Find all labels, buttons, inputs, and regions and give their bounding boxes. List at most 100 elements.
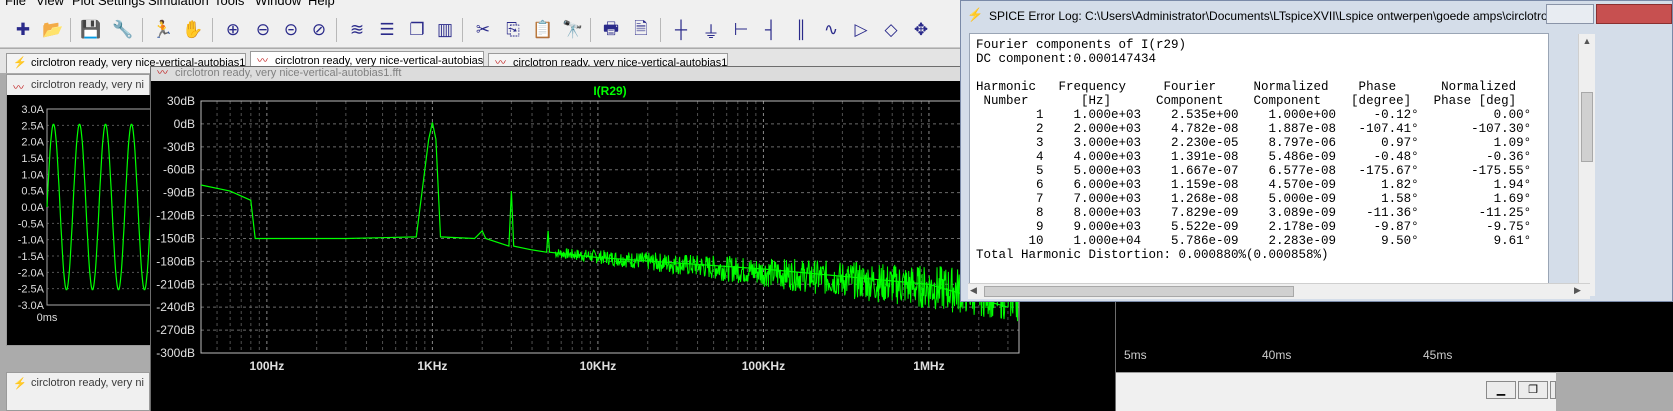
- y-tick-label: -1.0A: [18, 235, 45, 247]
- log-dc-component: DC component:0.000147434: [976, 52, 1157, 66]
- toolbar-separator: [336, 18, 337, 42]
- background-plot: 5ms 40ms 45ms: [1116, 302, 1673, 372]
- scroll-thumb[interactable]: [1581, 92, 1593, 162]
- window-title: ⚡ circlotron ready, very ni: [13, 377, 144, 390]
- ltspice-icon: ⚡: [967, 7, 984, 22]
- x-tick-label: 5ms: [1124, 348, 1147, 362]
- draw-wire-icon[interactable]: ┼: [668, 17, 694, 43]
- table-row: 5 5.000e+03 1.667e-07 6.577e-08 -175.67°…: [976, 164, 1532, 178]
- y-tick-label: 3.0A: [21, 104, 44, 116]
- run-icon[interactable]: 🏃: [150, 17, 176, 43]
- y-tick-label: 2.0A: [21, 137, 44, 149]
- scroll-right-icon[interactable]: ▶: [1574, 285, 1586, 297]
- horizontal-scrollbar[interactable]: ◀ ▶: [968, 283, 1590, 299]
- capacitor-icon[interactable]: ║: [788, 17, 814, 43]
- open-icon[interactable]: 📂: [40, 17, 66, 43]
- toolbar-separator: [212, 18, 213, 42]
- table-row: 7 7.000e+03 1.268e-08 5.000e-09 1.58° 1.…: [976, 192, 1532, 206]
- y-tick-label: -60dB: [163, 163, 195, 177]
- find-icon[interactable]: 🔭: [560, 17, 586, 43]
- y-tick-label: 1.5A: [21, 153, 44, 165]
- y-tick-label: -2.5A: [18, 284, 45, 296]
- y-tick-label: -180dB: [156, 254, 195, 268]
- y-tick-label: 30dB: [167, 94, 195, 108]
- scroll-up-icon[interactable]: ▲: [1581, 36, 1593, 48]
- schematic-window-left: ⚡ circlotron ready, very ni: [6, 372, 150, 411]
- y-tick-label: 2.5A: [21, 120, 44, 132]
- menu-tools[interactable]: Tools: [214, 0, 244, 8]
- save-icon[interactable]: 💾: [78, 17, 104, 43]
- table-row: 8 8.000e+03 7.829e-09 3.089e-09 -11.36° …: [976, 206, 1532, 220]
- toolbar-separator: [462, 18, 463, 42]
- thd-line: Total Harmonic Distortion: 0.000880%(0.0…: [976, 248, 1329, 262]
- waveform-icon: 〰: [13, 82, 24, 94]
- zoom-out-icon[interactable]: ⊖: [250, 17, 276, 43]
- menu-simulation[interactable]: Simulation: [148, 0, 209, 8]
- table-row: 4 4.000e+03 1.391e-08 5.486e-09 -0.48° -…: [976, 150, 1532, 164]
- minimize-button[interactable]: ▁: [1486, 381, 1516, 399]
- menu-help[interactable]: Help: [308, 0, 335, 8]
- inductor-icon[interactable]: ∿: [818, 17, 844, 43]
- close-button[interactable]: [1596, 4, 1672, 24]
- y-tick-label: 0.5A: [21, 186, 44, 198]
- toolbar-separator: [142, 18, 143, 42]
- waveform-icon: 〰: [157, 67, 168, 79]
- halt-icon[interactable]: ✋: [180, 17, 206, 43]
- x-tick-label: 0ms: [37, 312, 58, 324]
- toolbar-separator: [590, 18, 591, 42]
- table-row: 10 1.000e+04 5.786e-09 2.283e-09 9.50° 9…: [976, 234, 1532, 248]
- autorange-icon[interactable]: ≋: [344, 17, 370, 43]
- ground-icon[interactable]: ⏚: [698, 17, 724, 43]
- waveform-plot[interactable]: 3.0A 2.5A 2.0A 1.5A 1.0A 0.5A 0.0A -0.5A -1.0A -1…: [7, 95, 151, 345]
- tile-horizontal-icon[interactable]: ☰: [374, 17, 400, 43]
- menu-window[interactable]: Window: [255, 0, 301, 8]
- menu-file[interactable]: File: [5, 0, 26, 8]
- close-button[interactable]: [1550, 381, 1556, 399]
- resistor-icon[interactable]: ┤: [758, 17, 784, 43]
- control-panel-icon[interactable]: 🔧: [110, 17, 136, 43]
- zoom-in-icon[interactable]: ⊕: [220, 17, 246, 43]
- cascade-icon[interactable]: ❐: [404, 17, 430, 43]
- trace-label[interactable]: I(R29): [593, 84, 626, 98]
- scroll-left-icon[interactable]: ◀: [970, 285, 982, 297]
- toolbar-separator: [70, 18, 71, 42]
- zoom-cancel-icon[interactable]: ⊘: [306, 17, 332, 43]
- x-tick-label: 10KHz: [580, 359, 617, 373]
- log-text-area[interactable]: N-Period-1 Fourier components of I(r29) …: [969, 33, 1549, 298]
- minimized-window: ▁ ❐: [1116, 372, 1556, 411]
- new-schematic-icon[interactable]: ✚: [10, 17, 36, 43]
- print-setup-icon[interactable]: 🗎: [628, 17, 654, 43]
- schematic-icon: ⚡: [13, 378, 27, 390]
- table-header: Harmonic Frequency Fourier Normalized Ph…: [976, 80, 1532, 94]
- restore-button[interactable]: ❐: [1518, 381, 1548, 399]
- diode-icon[interactable]: ▷: [848, 17, 874, 43]
- x-tick-label: 100KHz: [742, 359, 785, 373]
- y-tick-label: -210dB: [156, 277, 195, 291]
- copy-icon[interactable]: ⎘: [500, 17, 526, 43]
- cut-icon[interactable]: ✂: [470, 17, 496, 43]
- y-tick-label: -270dB: [156, 323, 195, 337]
- table-row: 1 1.000e+03 2.535e+00 1.000e+00 -0.12° 0…: [976, 108, 1532, 122]
- vertical-scrollbar[interactable]: ▲: [1578, 34, 1595, 296]
- zoom-full-icon[interactable]: ⊝: [278, 17, 304, 43]
- print-icon[interactable]: 🖶: [598, 17, 624, 43]
- y-tick-label: -30dB: [163, 140, 195, 154]
- spice-error-log-window: ⚡ SPICE Error Log: C:\Users\Administrato…: [960, 0, 1673, 302]
- component-icon[interactable]: ◇: [878, 17, 904, 43]
- y-tick-label: -240dB: [156, 300, 195, 314]
- menu-plot-settings[interactable]: Plot Settings: [72, 0, 145, 8]
- x-tick-label: 45ms: [1423, 348, 1453, 362]
- x-tick-label: 40ms: [1262, 348, 1292, 362]
- paste-icon[interactable]: 📋: [530, 17, 556, 43]
- table-header: Number [Hz] Component Component [degree]…: [976, 94, 1532, 108]
- x-tick-label: 100Hz: [250, 359, 285, 373]
- scroll-thumb[interactable]: [984, 286, 1294, 297]
- tile-vertical-icon[interactable]: ▥: [432, 17, 458, 43]
- move-icon[interactable]: ✥: [908, 17, 934, 43]
- menu-view[interactable]: View: [36, 0, 64, 8]
- y-tick-label: -300dB: [156, 346, 195, 360]
- y-tick-label: 0.0A: [21, 202, 44, 214]
- label-net-icon[interactable]: ⊢: [728, 17, 754, 43]
- maximize-button[interactable]: [1546, 4, 1594, 24]
- y-tick-label: -1.5A: [18, 251, 45, 263]
